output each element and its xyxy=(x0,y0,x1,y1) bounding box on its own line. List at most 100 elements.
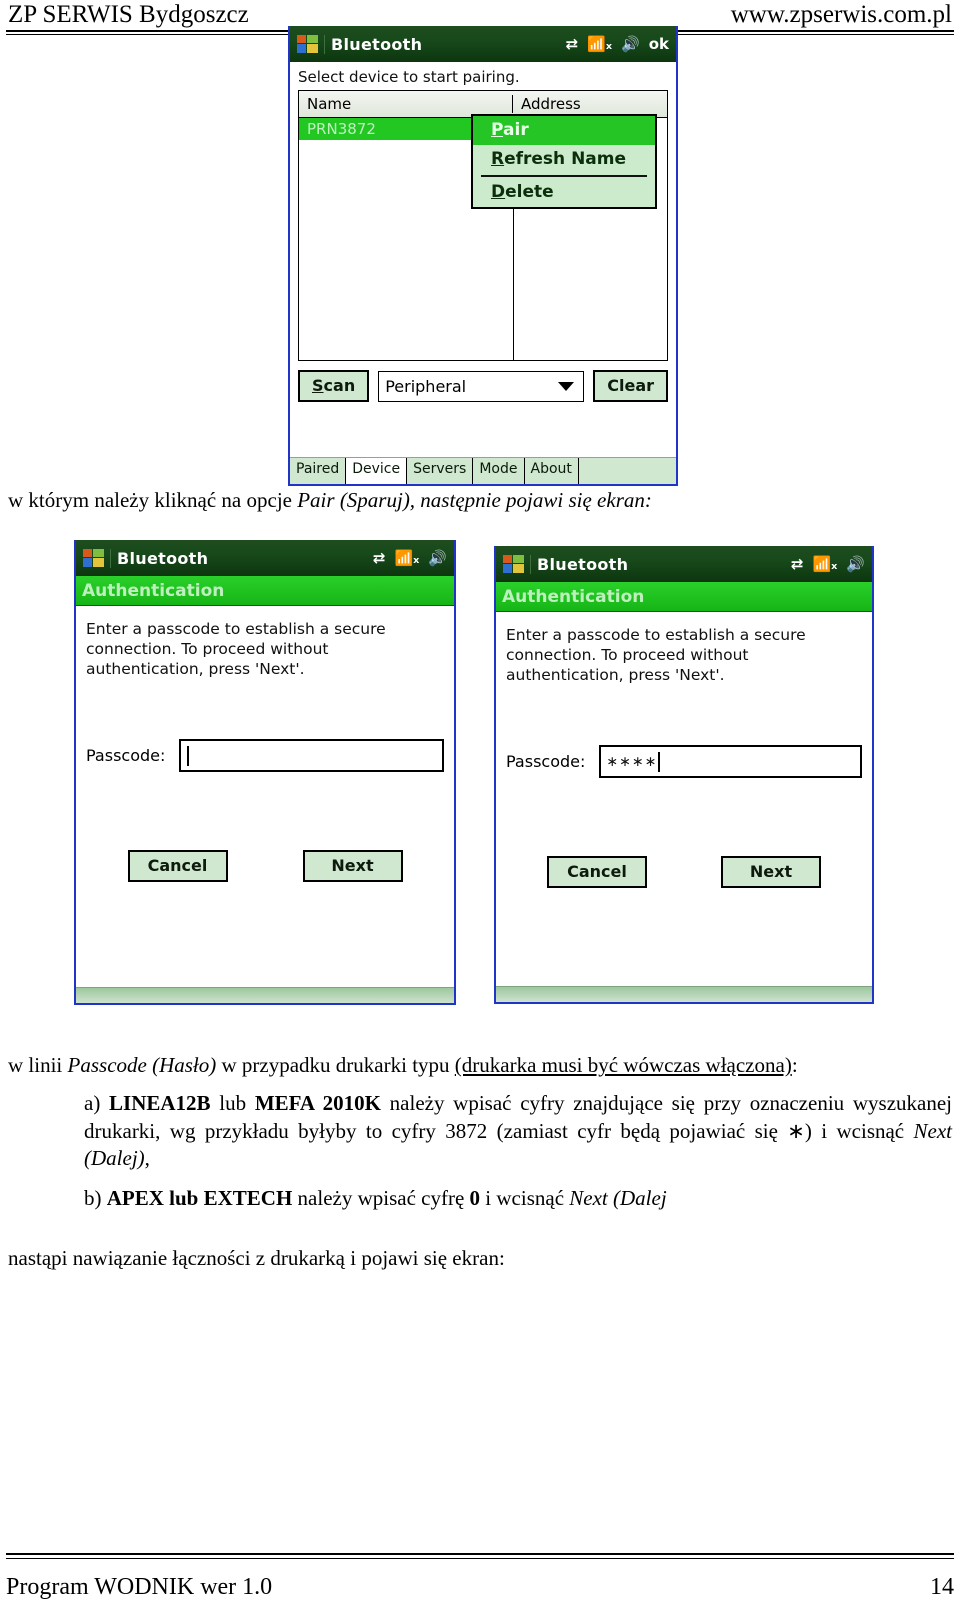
device-table: Name Address PRN3872 Pair Refresh Name D… xyxy=(298,90,668,361)
connectivity-icon[interactable]: ⇄ xyxy=(566,36,579,52)
speaker-icon[interactable]: 🔊 xyxy=(428,550,447,566)
connectivity-icon[interactable]: ⇄ xyxy=(791,556,804,572)
titlebar-icon-tray: ⇄ 📶ₓ 🔊 ok xyxy=(566,35,669,53)
paragraph-passcode-line: w linii Passcode (Hasło) w przypadku dru… xyxy=(8,1052,952,1080)
footer-rule xyxy=(6,1553,954,1555)
header-company: ZP SERWIS Bydgoszcz xyxy=(8,1,249,28)
p4-text-2: i wcisnąć xyxy=(480,1186,570,1210)
authentication-band: Authentication xyxy=(496,582,872,612)
authentication-instructions: Enter a passcode to establish a secure c… xyxy=(86,620,386,678)
titlebar-title: Bluetooth xyxy=(530,554,628,574)
titlebar: Bluetooth ⇄ 📶ₓ 🔊 ok xyxy=(290,26,676,62)
paragraph-connection-established: nastąpi nawiązanie łączności z drukarką … xyxy=(8,1246,505,1270)
menu-accel-refresh: R xyxy=(491,149,505,169)
titlebar: Bluetooth ⇄ 📶ₓ 🔊 xyxy=(76,540,454,576)
signal-off-icon[interactable]: 📶ₓ xyxy=(394,550,419,566)
p4-marker: b) xyxy=(84,1186,107,1210)
text-caret xyxy=(187,745,190,766)
column-header-address[interactable]: Address xyxy=(513,95,667,113)
footer-rule-thin xyxy=(6,1558,954,1559)
menu-label-delete-rest: elete xyxy=(505,182,554,202)
screenshot-authentication-filled: Bluetooth ⇄ 📶ₓ 🔊 Authentication Enter a … xyxy=(494,546,874,1004)
scan-accel: S xyxy=(312,376,324,395)
column-header-name[interactable]: Name xyxy=(299,95,513,113)
menu-label-refresh-rest: efresh Name xyxy=(504,149,627,169)
passcode-value: ∗∗∗∗ xyxy=(606,753,658,770)
p3-bold-linea12b: LINEA12B xyxy=(109,1091,211,1115)
windows-logo-icon xyxy=(503,554,525,574)
passcode-input[interactable] xyxy=(179,739,444,773)
p1-italic: Pair (Sparuj), następnie pojawi się ekra… xyxy=(297,488,652,512)
text-caret xyxy=(658,751,661,772)
p2-end: : xyxy=(791,1053,798,1077)
paragraph-option-b: b) APEX lub EXTECH należy wpisać cyfrę 0… xyxy=(84,1185,952,1213)
passcode-row: Passcode: ∗∗∗∗ xyxy=(496,745,872,779)
titlebar-icon-tray: ⇄ 📶ₓ 🔊 xyxy=(373,550,447,566)
screenshot-bluetooth-pairing: Bluetooth ⇄ 📶ₓ 🔊 ok Select device to sta… xyxy=(288,26,678,486)
authentication-body: Enter a passcode to establish a secure c… xyxy=(76,606,454,1003)
passcode-input[interactable]: ∗∗∗∗ xyxy=(599,745,862,779)
pairing-controls: Scan Peripheral Clear xyxy=(298,370,668,402)
scan-label-rest: can xyxy=(323,376,356,395)
titlebar-title: Bluetooth xyxy=(110,548,208,568)
titlebar-icon-tray: ⇄ 📶ₓ 🔊 xyxy=(791,556,865,572)
tab-servers[interactable]: Servers xyxy=(407,458,474,484)
tabstrip: Paired Device Servers Mode About xyxy=(290,457,676,484)
windows-logo-icon xyxy=(83,548,105,568)
screenshot-authentication-empty: Bluetooth ⇄ 📶ₓ 🔊 Authentication Enter a … xyxy=(74,540,456,1005)
device-mode-select[interactable]: Peripheral xyxy=(378,370,585,402)
connectivity-icon[interactable]: ⇄ xyxy=(373,550,386,566)
device-footer-bar xyxy=(76,987,454,1003)
clear-button[interactable]: Clear xyxy=(593,370,668,402)
context-menu-item-refresh-name[interactable]: Refresh Name xyxy=(473,145,655,174)
context-menu-item-pair[interactable]: Pair xyxy=(473,116,655,145)
context-menu-item-delete[interactable]: Delete xyxy=(473,178,655,207)
p3-end: , xyxy=(144,1146,150,1171)
menu-accel-delete: D xyxy=(491,182,506,202)
passcode-label: Passcode: xyxy=(86,746,166,766)
tab-device[interactable]: Device xyxy=(346,458,408,484)
pairing-hint: Select device to start pairing. xyxy=(298,68,520,86)
context-menu: Pair Refresh Name Delete xyxy=(471,114,657,209)
speaker-icon[interactable]: 🔊 xyxy=(846,556,865,572)
windows-logo-icon xyxy=(297,34,319,54)
tab-mode[interactable]: Mode xyxy=(473,458,525,484)
speaker-icon[interactable]: 🔊 xyxy=(621,36,640,52)
passcode-row: Passcode: xyxy=(76,739,454,773)
menu-accel-pair: P xyxy=(491,120,504,140)
p4-bold-apex-extech: APEX lub EXTECH xyxy=(106,1186,293,1210)
titlebar: Bluetooth ⇄ 📶ₓ 🔊 xyxy=(496,546,872,582)
p2-underlined: (drukarka musi być wówczas włączona) xyxy=(454,1053,792,1077)
page-footer: Program WODNIK wer 1.0 14 xyxy=(6,1574,954,1601)
titlebar-title: Bluetooth xyxy=(324,34,422,54)
p3-bold-mefa2010k: MEFA 2010K xyxy=(254,1091,381,1115)
p2-pre: w linii xyxy=(8,1053,68,1077)
authentication-band: Authentication xyxy=(76,576,454,606)
tab-paired[interactable]: Paired xyxy=(290,458,347,484)
signal-off-icon[interactable]: 📶ₓ xyxy=(587,36,612,52)
p1-pre: w którym należy kliknąć na opcje xyxy=(8,488,298,512)
device-mode-value: Peripheral xyxy=(385,376,467,396)
ok-button[interactable]: ok xyxy=(649,35,669,53)
signal-off-icon[interactable]: 📶ₓ xyxy=(812,556,837,572)
next-button[interactable]: Next xyxy=(721,856,821,889)
p3-text-1: lub xyxy=(210,1091,255,1115)
authentication-body: Enter a passcode to establish a secure c… xyxy=(496,612,872,1002)
menu-label-pair-rest: air xyxy=(503,120,529,140)
cancel-button[interactable]: Cancel xyxy=(127,850,228,883)
cancel-button[interactable]: Cancel xyxy=(547,856,647,889)
p4-italic-next: Next (Dalej xyxy=(569,1186,667,1210)
tabstrip-filler xyxy=(578,458,676,484)
header-website: www.zpserwis.com.pl xyxy=(730,1,952,28)
context-menu-separator xyxy=(481,175,647,177)
tab-about[interactable]: About xyxy=(524,458,579,484)
p3-marker: a) xyxy=(84,1091,110,1115)
p2-mid: w przypadku drukarki typu xyxy=(216,1053,455,1077)
paragraph-option-a: a) LINEA12B lub MEFA 2010K należy wpisać… xyxy=(84,1090,952,1173)
device-table-body: PRN3872 Pair Refresh Name Delete xyxy=(299,114,667,360)
scan-button[interactable]: Scan xyxy=(298,370,370,402)
p4-text-1: należy wpisać cyfrę xyxy=(292,1186,470,1210)
next-button[interactable]: Next xyxy=(302,850,403,883)
footer-program: Program WODNIK wer 1.0 xyxy=(6,1574,273,1600)
paragraph-click-pair: w którym należy kliknąć na opcje Pair (S… xyxy=(8,487,952,515)
